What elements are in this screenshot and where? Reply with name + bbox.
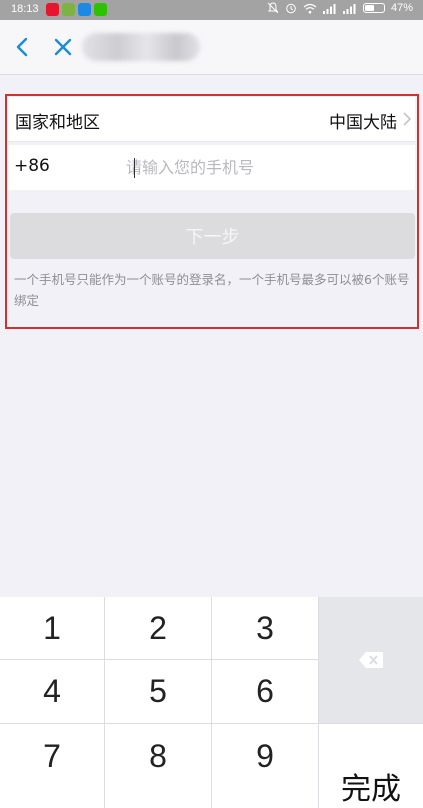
close-icon[interactable] — [50, 32, 76, 62]
system-status-icons: 47% — [267, 2, 413, 14]
hint-text: 一个手机号只能作为一个账号的登录名，一个手机号最多可以被6个账号绑定 — [14, 272, 410, 308]
key-7[interactable]: 7 — [0, 724, 104, 808]
next-step-button[interactable]: 下一步 — [10, 213, 415, 259]
alarm-icon — [286, 3, 296, 14]
battery-icon — [362, 3, 385, 13]
key-8[interactable]: 8 — [105, 724, 211, 808]
key-3[interactable]: 3 — [212, 597, 318, 659]
mute-bell-icon — [267, 2, 279, 14]
key-2[interactable]: 2 — [105, 597, 211, 659]
country-selector[interactable]: 国家和地区 中国大陆 — [8, 97, 415, 142]
phone-row: +86 — [8, 145, 415, 190]
battery-percent: 47% — [390, 2, 413, 14]
phone-number-input[interactable] — [126, 153, 406, 181]
key-1[interactable]: 1 — [0, 597, 104, 659]
signal-icon — [322, 3, 336, 14]
country-value: 中国大陆 — [329, 113, 397, 133]
wifi-icon — [303, 3, 317, 13]
status-bar: 18:13 47% — [0, 0, 423, 20]
country-label: 国家和地区 — [15, 113, 100, 133]
navigation-icon — [78, 3, 91, 16]
weibo-icon — [46, 3, 59, 16]
country-code: +86 — [14, 156, 50, 176]
backspace-icon — [359, 652, 383, 668]
wechat-icon — [94, 3, 107, 16]
android-icon — [62, 3, 75, 16]
done-label: 完成 — [341, 772, 401, 807]
chevron-right-icon — [403, 112, 412, 126]
navigation-bar — [0, 20, 423, 75]
back-arrow-icon[interactable] — [10, 32, 36, 62]
key-4[interactable]: 4 — [0, 660, 104, 723]
backspace-key[interactable] — [319, 597, 423, 723]
text-cursor — [134, 158, 135, 178]
page-title-redacted — [82, 33, 200, 61]
numeric-keypad: 1 2 3 4 5 6 7 8 9 完成 — [0, 597, 423, 808]
signal-icon-2 — [342, 3, 356, 14]
key-5[interactable]: 5 — [105, 660, 211, 723]
key-9[interactable]: 9 — [212, 724, 318, 808]
key-6[interactable]: 6 — [212, 660, 318, 723]
done-key[interactable]: 完成 — [319, 724, 423, 808]
notification-icons — [46, 3, 107, 16]
status-time: 18:13 — [11, 3, 39, 15]
